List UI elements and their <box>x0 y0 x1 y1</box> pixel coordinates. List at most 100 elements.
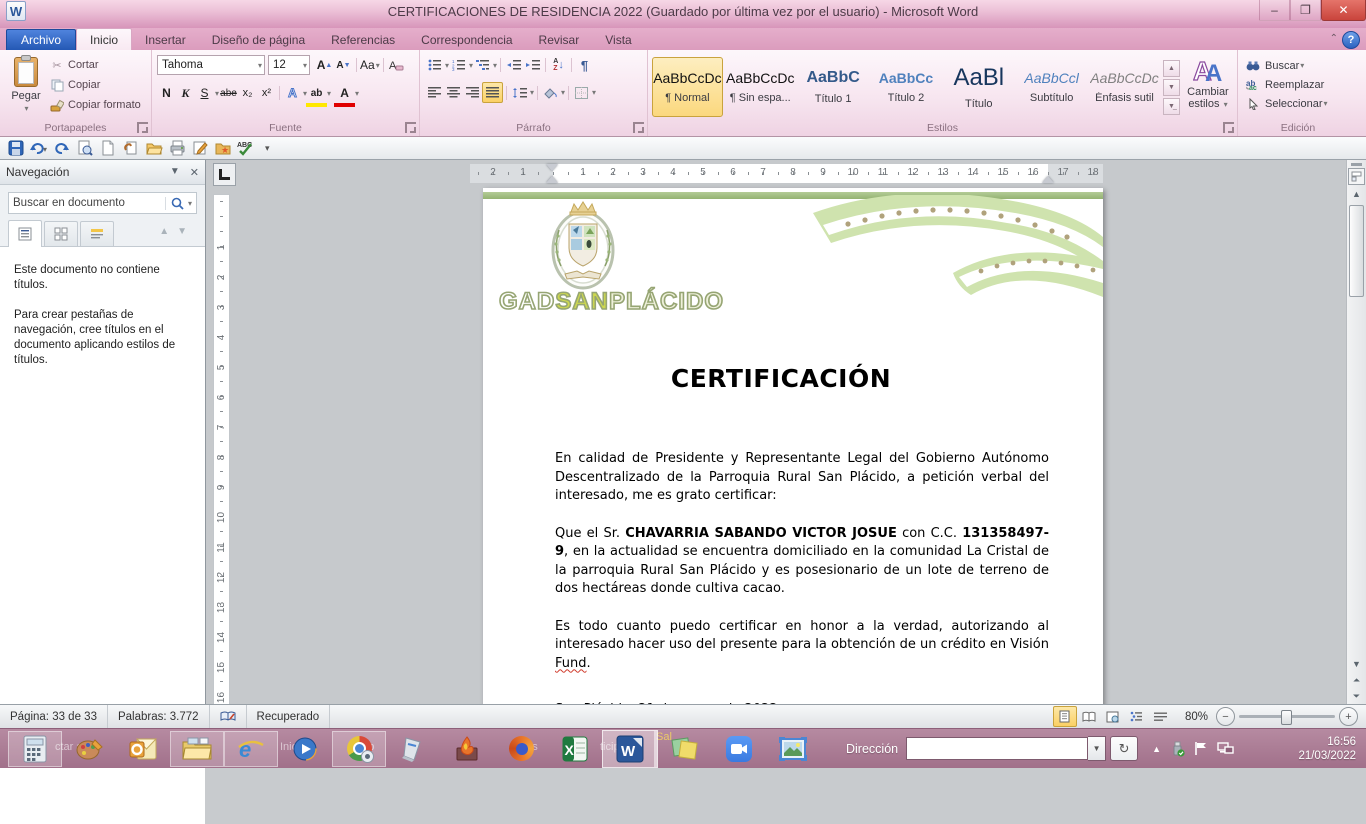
proofing-status-icon[interactable] <box>210 705 247 728</box>
browse-results-tab[interactable] <box>80 221 114 246</box>
print-preview-button[interactable] <box>75 139 95 157</box>
nav-pane-menu-icon[interactable]: ▼ <box>170 166 180 179</box>
browse-pages-tab[interactable] <box>44 221 78 246</box>
next-page-button[interactable]: ⏷ <box>1353 691 1360 701</box>
bold-button[interactable]: N <box>157 84 176 103</box>
find-button[interactable]: Buscar▾ <box>1245 56 1351 75</box>
copy-button[interactable]: Copiar <box>49 75 141 95</box>
underline-button[interactable]: S <box>195 84 214 103</box>
split-window-handle[interactable] <box>1351 163 1362 166</box>
grow-font-button[interactable]: A▲ <box>315 56 334 75</box>
spelling-grammar-button[interactable]: ABC <box>236 139 256 157</box>
taskbar-excel[interactable]: X <box>548 731 602 767</box>
undo-button[interactable]: ▾ <box>29 139 49 157</box>
style-subtitulo[interactable]: AaBbCcl Subtítulo <box>1016 57 1087 117</box>
taskbar-paint[interactable] <box>62 731 116 767</box>
taskbar-clock[interactable]: 16:56 21/03/2022 <box>1298 735 1356 763</box>
borders-button[interactable] <box>572 83 591 102</box>
italic-button[interactable]: K <box>176 84 195 103</box>
increase-indent-button[interactable] <box>523 56 542 75</box>
format-painter-button[interactable]: Copiar formato <box>49 95 141 115</box>
taskbar-photo-viewer[interactable] <box>766 731 820 767</box>
tab-archivo[interactable]: Archivo <box>6 29 76 50</box>
paragraph-dialog-launcher[interactable] <box>633 122 644 133</box>
zoom-slider[interactable] <box>1239 715 1335 718</box>
web-layout-view-button[interactable] <box>1101 706 1125 727</box>
align-right-button[interactable] <box>463 83 482 102</box>
help-button[interactable]: ? <box>1342 31 1360 49</box>
zoom-slider-thumb[interactable] <box>1281 710 1292 725</box>
style-titulo[interactable]: AaBl Título <box>943 57 1014 117</box>
show-marks-button[interactable]: ¶ <box>575 56 594 75</box>
style-titulo-2[interactable]: AaBbCc Título 2 <box>871 57 942 117</box>
zoom-level[interactable]: 80% <box>1185 711 1208 723</box>
save-button[interactable] <box>6 139 26 157</box>
sort-button[interactable]: AZ↓ <box>549 56 568 75</box>
multilevel-list-button[interactable] <box>473 56 492 75</box>
redo-button[interactable] <box>52 139 72 157</box>
tab-revisar[interactable]: Revisar <box>526 29 593 50</box>
address-input[interactable] <box>906 737 1088 760</box>
shrink-font-button[interactable]: A▼ <box>334 56 353 75</box>
tab-correspondencia[interactable]: Correspondencia <box>408 29 525 50</box>
browse-headings-tab[interactable] <box>8 220 42 247</box>
tab-diseno[interactable]: Diseño de página <box>199 29 318 50</box>
usb-device-icon[interactable] <box>1170 741 1185 757</box>
subscript-button[interactable]: x₂ <box>238 84 257 103</box>
action-center-flag-icon[interactable] <box>1194 741 1208 756</box>
search-options-icon[interactable]: ▾ <box>188 199 192 208</box>
recovered-indicator[interactable]: Recuperado <box>247 705 331 728</box>
taskbar-file-explorer[interactable] <box>170 731 224 767</box>
taskbar-calculator[interactable] <box>8 731 62 767</box>
text-effects-button[interactable]: A <box>283 84 302 103</box>
print-layout-view-button[interactable] <box>1053 706 1077 727</box>
close-button[interactable]: ✕ <box>1321 0 1366 21</box>
styles-gallery-expand[interactable]: ▼̲ <box>1163 98 1180 115</box>
styles-dialog-launcher[interactable] <box>1223 122 1234 133</box>
change-styles-button[interactable]: A A Cambiar estilos ▾ <box>1182 53 1234 121</box>
change-case-button[interactable]: Aa▾ <box>360 56 380 75</box>
taskbar-outlook[interactable] <box>116 731 170 767</box>
address-refresh-button[interactable]: ↻ <box>1110 736 1138 761</box>
shading-button[interactable] <box>541 83 560 102</box>
zoom-out-button[interactable]: − <box>1216 707 1235 726</box>
clear-formatting-button[interactable]: A <box>387 56 406 75</box>
taskbar-sticky-notes[interactable] <box>658 731 712 767</box>
bullets-button[interactable] <box>425 56 444 75</box>
style-sin-espaciado[interactable]: AaBbCcDc ¶ Sin espa... <box>725 57 796 117</box>
taskbar-firefox[interactable] <box>494 731 548 767</box>
hanging-indent-marker[interactable] <box>546 176 558 183</box>
word-count-indicator[interactable]: Palabras: 3.772 <box>108 705 210 728</box>
numbering-button[interactable]: 123 <box>449 56 468 75</box>
horizontal-ruler[interactable]: 21123456789101112131415161718 <box>470 164 1103 183</box>
replace-button[interactable]: abac Reemplazar <box>1245 75 1351 94</box>
font-family-combo[interactable]: Tahoma▾ <box>157 55 265 75</box>
paste-button[interactable]: Pegar▾ <box>3 53 49 121</box>
tab-referencias[interactable]: Referencias <box>318 29 408 50</box>
tab-selector-button[interactable] <box>213 163 236 186</box>
document-body[interactable]: En calidad de Presidente y Representante… <box>555 450 1049 705</box>
favorites-folder-button[interactable]: ★ <box>213 139 233 157</box>
view-ruler-toggle-button[interactable] <box>1348 168 1365 185</box>
open-button[interactable] <box>144 139 164 157</box>
restore-button[interactable]: ❐ <box>1290 0 1321 21</box>
cut-button[interactable]: ✂ Cortar <box>49 55 141 75</box>
font-size-combo[interactable]: 12▾ <box>268 55 310 75</box>
decrease-indent-button[interactable] <box>504 56 523 75</box>
collapse-ribbon-icon[interactable]: ⌃ <box>1330 33 1338 44</box>
tab-inicio[interactable]: Inicio <box>76 28 132 50</box>
network-icon[interactable] <box>1217 742 1234 756</box>
scrollbar-thumb[interactable] <box>1349 205 1364 297</box>
qat-customize-icon[interactable]: ▾ <box>265 143 270 154</box>
align-left-button[interactable] <box>425 83 444 102</box>
full-screen-reading-view-button[interactable] <box>1077 706 1101 727</box>
document-search-box[interactable]: Buscar en documento ▾ <box>8 192 197 214</box>
page-indicator[interactable]: Página: 33 de 33 <box>0 705 108 728</box>
new-document-button[interactable] <box>98 139 118 157</box>
style-enfasis-sutil[interactable]: AaBbCcDc Énfasis sutil <box>1089 57 1160 117</box>
next-heading-icon[interactable]: ▼ <box>177 226 195 237</box>
styles-scroll-up[interactable]: ▲ <box>1163 60 1180 77</box>
document-page[interactable]: GADSANPLÁCIDO CERTIFICACIÓN En calidad d… <box>483 188 1103 705</box>
draft-view-button[interactable] <box>1149 706 1173 727</box>
address-dropdown-icon[interactable]: ▼ <box>1088 736 1106 761</box>
